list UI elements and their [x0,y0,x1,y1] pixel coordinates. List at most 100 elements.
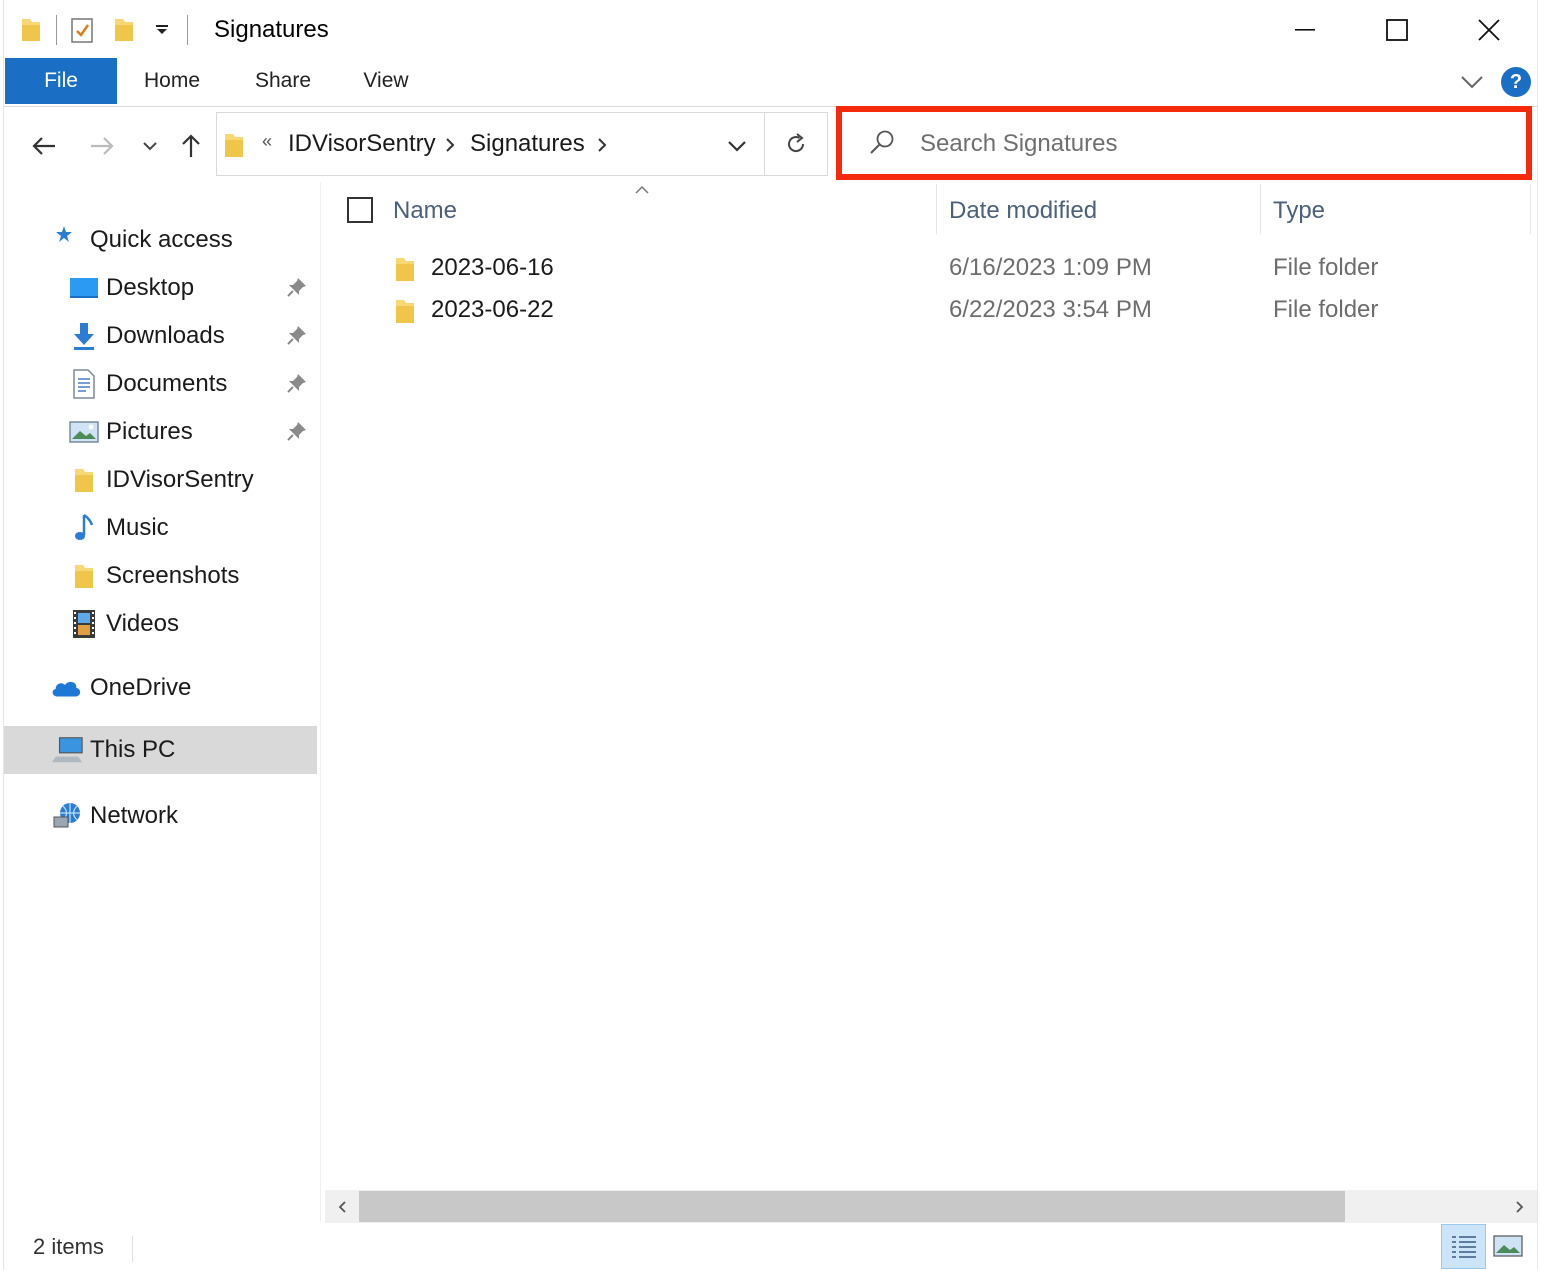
breadcrumb-chevron-icon[interactable] [445,137,455,158]
breadcrumb-overflow[interactable]: « [262,131,272,152]
large-icons-view-icon[interactable] [1490,1228,1526,1264]
nav-documents[interactable]: Documents [4,360,317,408]
nav-label: IDVisorSentry [106,466,254,493]
nav-label: Downloads [106,322,225,349]
nav-videos[interactable]: Videos [4,600,317,648]
address-history-chevron-icon[interactable] [717,131,757,161]
address-bar[interactable]: « IDVisorSentry Signatures [216,112,764,176]
breadcrumb-chevron-icon[interactable] [597,137,607,158]
nav-label: Music [106,514,169,541]
tab-view[interactable]: View [356,58,416,104]
nav-label: Network [90,802,179,829]
window-title: Signatures [214,16,329,43]
nav-quick-access[interactable]: Quick access [4,216,317,264]
file-row[interactable]: 2023-06-16 6/16/2023 1:09 PM File folder [322,249,1522,291]
new-folder-icon[interactable] [109,12,139,48]
nav-onedrive[interactable]: OneDrive [4,664,317,712]
refresh-button[interactable] [764,112,828,176]
file-type: File folder [1273,254,1379,281]
pictures-icon [68,416,100,448]
column-divider[interactable] [936,184,937,234]
nav-screenshots[interactable]: Screenshots [4,552,317,600]
ribbon-tabs: File Home Share View ? [4,58,1537,106]
nav-label: Videos [106,610,179,637]
folder-icon [16,12,46,48]
up-button[interactable] [171,124,211,168]
status-item-count: 2 items [33,1234,104,1259]
computer-icon [52,734,84,766]
sort-ascending-icon [634,182,650,200]
folder-icon [68,464,100,496]
minimize-button[interactable] [1259,0,1351,60]
recent-locations-chevron-icon[interactable] [130,124,170,168]
tab-share[interactable]: Share [248,58,318,104]
scrollbar-thumb[interactable] [359,1191,1345,1222]
nav-label: OneDrive [90,674,192,701]
expand-ribbon-chevron-icon[interactable] [1456,70,1488,94]
breadcrumb-idvisorsentry[interactable]: IDVisorSentry [288,130,436,158]
star-icon [48,218,80,250]
column-divider[interactable] [1260,184,1261,234]
column-divider[interactable] [1530,184,1531,234]
quick-access-toolbar [16,12,198,48]
search-input[interactable]: Search Signatures [836,106,1532,180]
status-divider [132,1236,133,1262]
back-button[interactable] [24,124,64,168]
folder-icon [394,255,416,288]
pin-icon[interactable] [286,420,308,449]
network-globe-icon [52,800,84,832]
window-border-right [1537,0,1541,1270]
search-icon [868,128,896,161]
tab-file[interactable]: File [5,58,117,104]
nav-downloads[interactable]: Downloads [4,312,317,360]
title-bar: Signatures [0,0,1541,60]
download-arrow-icon [68,320,100,352]
video-film-icon [68,608,100,640]
maximize-button[interactable] [1351,0,1443,60]
file-type: File folder [1273,296,1379,323]
details-view-icon[interactable] [1441,1224,1486,1269]
file-date-modified: 6/16/2023 1:09 PM [949,254,1152,281]
nav-label: Documents [106,370,228,397]
folder-icon [68,560,100,592]
tab-home[interactable]: Home [134,58,210,104]
close-button[interactable] [1443,0,1535,60]
scroll-left-arrow-icon[interactable] [325,1190,359,1223]
horizontal-scrollbar[interactable] [325,1190,1537,1223]
file-name: 2023-06-16 [431,254,554,281]
customize-toolbar-dropdown-icon[interactable] [147,12,177,48]
navigation-pane: Quick access Desktop Downloads Documents [4,182,322,1222]
nav-network[interactable]: Network [4,792,317,840]
file-list: Name Date modified Type 2023-06-16 6/16/… [322,182,1537,1190]
file-row[interactable]: 2023-06-22 6/22/2023 3:54 PM File folder [322,291,1522,333]
pane-divider [320,182,321,1222]
nav-desktop[interactable]: Desktop [4,264,317,312]
nav-label: Pictures [106,418,193,445]
properties-icon[interactable] [67,12,97,48]
nav-label: Desktop [106,274,195,301]
column-header-name[interactable]: Name [393,197,457,225]
nav-label: This PC [90,736,176,763]
document-icon [68,368,100,400]
toolbar-separator [187,15,188,45]
column-header-type[interactable]: Type [1273,197,1325,225]
pin-icon[interactable] [286,372,308,401]
forward-button[interactable] [82,124,122,168]
nav-label: Screenshots [106,562,240,589]
help-button[interactable]: ? [1501,67,1531,97]
breadcrumb-signatures[interactable]: Signatures [470,130,585,158]
nav-label: Quick access [90,226,233,253]
file-date-modified: 6/22/2023 3:54 PM [949,296,1152,323]
nav-this-pc[interactable]: This PC [4,726,317,774]
search-placeholder: Search Signatures [920,130,1118,157]
nav-idvisorsentry[interactable]: IDVisorSentry [4,456,317,504]
pin-icon[interactable] [286,276,308,305]
nav-music[interactable]: Music [4,504,317,552]
column-header-date-modified[interactable]: Date modified [949,197,1097,225]
scroll-right-arrow-icon[interactable] [1503,1190,1537,1223]
select-all-checkbox[interactable] [347,197,373,223]
folder-icon [223,131,245,164]
nav-pictures[interactable]: Pictures [4,408,317,456]
pin-icon[interactable] [286,324,308,353]
folder-icon [394,297,416,330]
